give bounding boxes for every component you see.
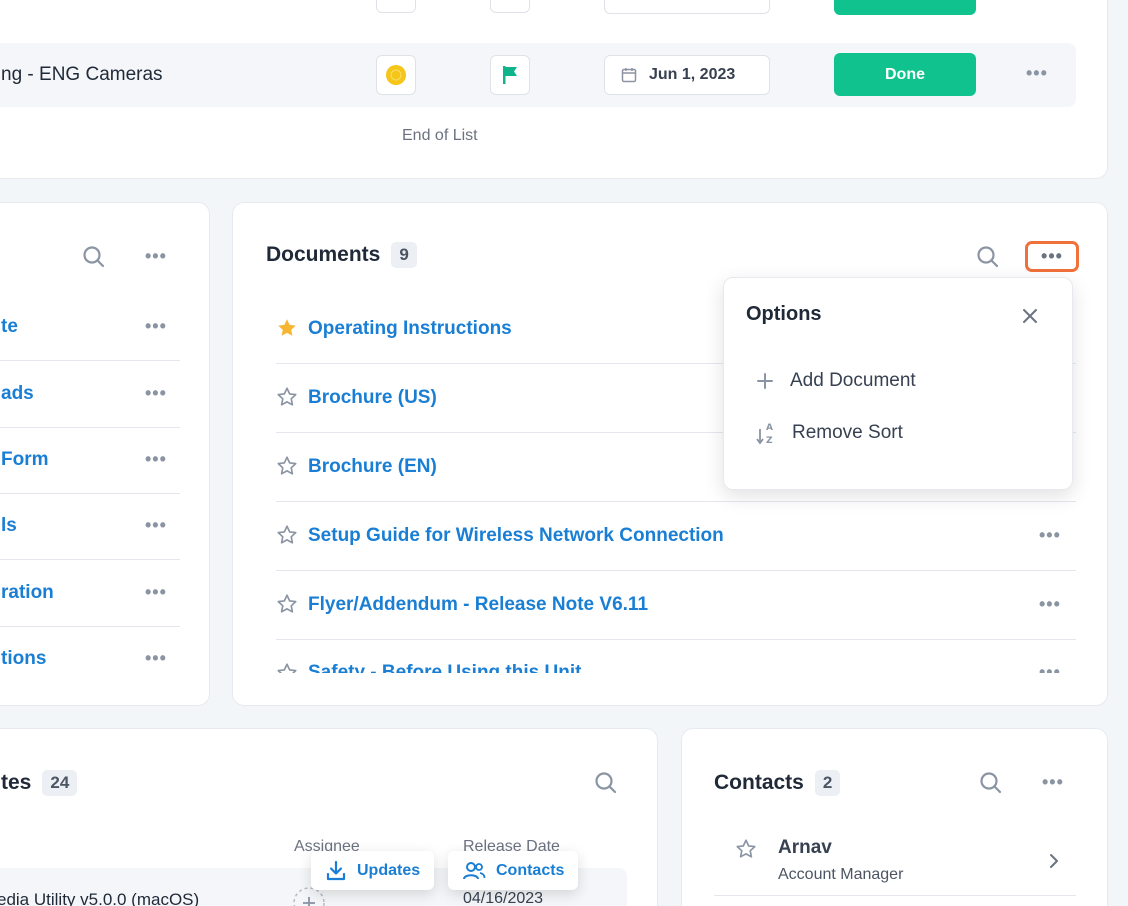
- left-more-icon[interactable]: •••: [145, 246, 167, 267]
- prev-date-field[interactable]: [604, 0, 770, 14]
- documents-title: Documents: [266, 243, 381, 266]
- remove-sort-label: Remove Sort: [792, 422, 903, 443]
- star-outline-icon[interactable]: [276, 524, 298, 546]
- documents-more-icon: •••: [1041, 246, 1063, 266]
- divider: [0, 626, 180, 627]
- left-item-more-icon[interactable]: •••: [145, 582, 167, 603]
- calendar-icon: [621, 68, 637, 83]
- contacts-jump-label: Contacts: [496, 861, 565, 879]
- documents-header: Documents 9: [266, 242, 417, 268]
- document-link[interactable]: Operating Instructions: [308, 318, 512, 340]
- document-link[interactable]: Brochure (US): [308, 387, 437, 409]
- sort-az-icon: AZ: [756, 423, 773, 445]
- documents-list-clip: Safety - Before Using this Unit •••: [233, 653, 1107, 673]
- updates-jump-label: Updates: [357, 861, 421, 879]
- svg-text:Z: Z: [766, 436, 773, 445]
- left-search-icon[interactable]: [82, 245, 106, 269]
- document-link[interactable]: Brochure (EN): [308, 456, 437, 478]
- end-of-list-text: End of List: [402, 127, 478, 144]
- document-link[interactable]: Flyer/Addendum - Release Note V6.11: [308, 594, 648, 616]
- left-item-label[interactable]: Form: [1, 449, 49, 471]
- prev-flag-box[interactable]: [490, 0, 530, 13]
- top-card: ng - ENG Cameras Jun 1, 2023 Done ••• En…: [0, 0, 1108, 179]
- divider: [0, 559, 180, 560]
- contacts-jump-button[interactable]: Contacts: [448, 851, 579, 890]
- divider: [276, 570, 1076, 571]
- star-outline-icon[interactable]: [276, 662, 298, 673]
- remove-sort-menu-item[interactable]: AZ Remove Sort: [756, 421, 903, 445]
- options-popover: Options Add Document AZ Remove Sort: [723, 277, 1073, 490]
- left-item-more-icon[interactable]: •••: [145, 449, 167, 470]
- task-name: ng - ENG Cameras: [1, 64, 163, 85]
- contacts-card: Contacts 2 ••• Arnav Account Manager: [681, 728, 1108, 906]
- divider: [714, 895, 1076, 896]
- star-filled-icon[interactable]: [276, 317, 298, 339]
- contacts-count-badge: 2: [814, 770, 841, 796]
- avatar-icon: [386, 65, 406, 85]
- due-date-text: Jun 1, 2023: [649, 66, 736, 83]
- left-item-label[interactable]: te: [1, 316, 18, 338]
- update-name[interactable]: edia Utility v5.0.0 (macOS): [0, 890, 199, 906]
- divider: [0, 493, 180, 494]
- add-document-label: Add Document: [790, 370, 916, 391]
- assignee-avatar-box[interactable]: [376, 55, 416, 95]
- document-more-icon[interactable]: •••: [1039, 662, 1061, 673]
- left-item-label[interactable]: tions: [1, 648, 46, 670]
- flag-box[interactable]: [490, 55, 530, 95]
- plus-icon: [757, 373, 773, 389]
- contacts-icon: [463, 861, 486, 879]
- contact-role: Account Manager: [778, 866, 904, 883]
- contact-row[interactable]: [714, 823, 1076, 897]
- star-outline-icon[interactable]: [276, 455, 298, 477]
- contacts-header: Contacts 2: [714, 770, 841, 796]
- close-icon[interactable]: [1022, 308, 1038, 324]
- divider: [0, 360, 180, 361]
- svg-text:A: A: [766, 423, 773, 433]
- updates-count-badge: 24: [42, 770, 78, 796]
- contacts-more-icon[interactable]: •••: [1042, 772, 1064, 793]
- document-more-icon[interactable]: •••: [1039, 594, 1061, 615]
- updates-header: tes 24: [1, 770, 78, 796]
- star-outline-icon[interactable]: [276, 386, 298, 408]
- left-item-more-icon[interactable]: •••: [145, 515, 167, 536]
- document-link[interactable]: Setup Guide for Wireless Network Connect…: [308, 525, 724, 547]
- left-item-label[interactable]: ration: [1, 582, 54, 604]
- row-more-icon[interactable]: •••: [1026, 63, 1048, 84]
- prev-done-button[interactable]: [834, 0, 976, 15]
- document-link[interactable]: Safety - Before Using this Unit: [308, 662, 581, 673]
- documents-count-badge: 9: [391, 242, 417, 268]
- status-done-button[interactable]: Done: [834, 53, 976, 96]
- prev-avatar-box[interactable]: [376, 0, 416, 13]
- flag-icon: [503, 66, 517, 84]
- left-card: ••• te ••• ads ••• Form ••• ls ••• ratio…: [0, 202, 210, 706]
- options-title: Options: [746, 303, 822, 325]
- left-item-label[interactable]: ls: [1, 515, 17, 537]
- divider: [276, 639, 1076, 640]
- contacts-title: Contacts: [714, 771, 804, 794]
- star-outline-icon[interactable]: [735, 838, 757, 860]
- left-item-more-icon[interactable]: •••: [145, 648, 167, 669]
- left-item-more-icon[interactable]: •••: [145, 383, 167, 404]
- documents-search-icon[interactable]: [976, 245, 1000, 269]
- update-release-date: 04/16/2023: [463, 890, 544, 906]
- updates-title: tes: [1, 771, 32, 794]
- left-item-more-icon[interactable]: •••: [145, 316, 167, 337]
- star-outline-icon[interactable]: [276, 593, 298, 615]
- download-icon: [326, 860, 346, 880]
- document-more-icon[interactable]: •••: [1039, 525, 1061, 546]
- documents-more-button[interactable]: •••: [1025, 241, 1079, 272]
- chevron-right-icon[interactable]: [1048, 853, 1060, 869]
- add-document-menu-item[interactable]: Add Document: [756, 370, 916, 392]
- divider: [276, 501, 1076, 502]
- divider: [0, 427, 180, 428]
- contacts-search-icon[interactable]: [979, 771, 1003, 795]
- updates-jump-button[interactable]: Updates: [311, 851, 435, 890]
- left-item-label[interactable]: ads: [1, 383, 34, 405]
- contact-name: Arnav: [778, 837, 832, 858]
- updates-search-icon[interactable]: [594, 771, 618, 795]
- due-date-field[interactable]: Jun 1, 2023: [604, 55, 770, 95]
